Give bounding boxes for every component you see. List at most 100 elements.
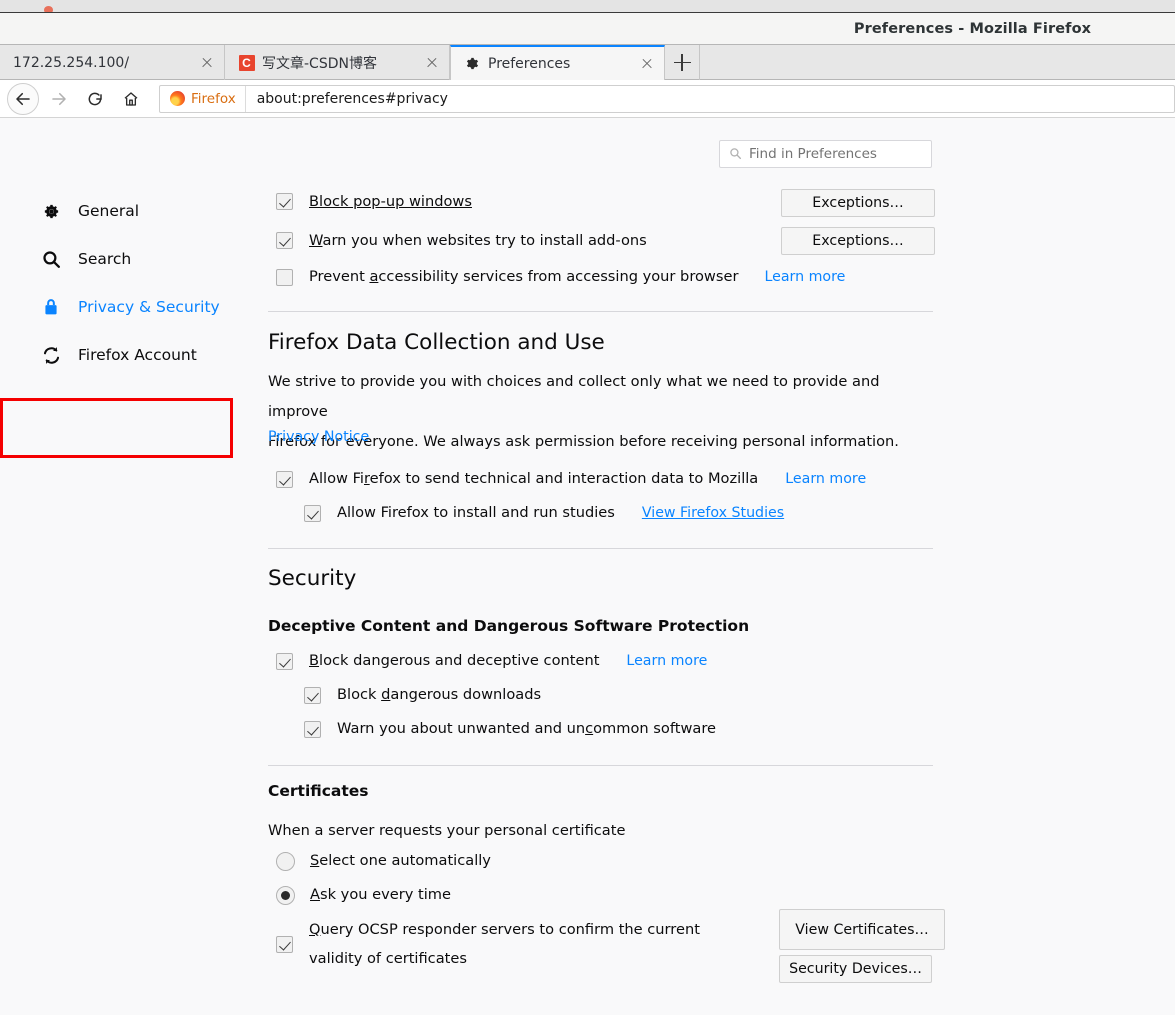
popup-exceptions-button[interactable]: Exceptions… xyxy=(781,189,935,217)
sync-icon xyxy=(40,345,62,366)
section-divider-1 xyxy=(268,311,933,312)
sidebar-item-label: Firefox Account xyxy=(78,346,197,364)
accesskey-letter: B xyxy=(309,652,319,669)
row-label: Allow Firefox to install and run studies xyxy=(337,503,615,523)
url-text: about:preferences#privacy xyxy=(246,91,448,107)
close-icon[interactable] xyxy=(424,55,440,71)
tab-preferences[interactable]: Preferences xyxy=(450,45,665,80)
reload-icon[interactable] xyxy=(79,83,111,115)
checkbox-block-dangerous-content[interactable] xyxy=(276,653,293,670)
forward-arrow-icon[interactable] xyxy=(43,83,75,115)
row-label: Block dangerous downloads xyxy=(337,685,541,705)
row-label: Warn you when websites try to install ad… xyxy=(309,231,647,251)
accesskey-letter: S xyxy=(310,852,319,869)
find-in-preferences[interactable]: Find in Preferences xyxy=(719,140,932,168)
view-firefox-studies-link[interactable]: View Firefox Studies xyxy=(642,505,784,521)
back-arrow-icon[interactable] xyxy=(7,83,39,115)
gear-icon xyxy=(464,55,481,72)
firefox-window: Preferences - Mozilla Firefox 172.25.254… xyxy=(0,0,1175,1015)
checkbox-block-popups[interactable] xyxy=(276,193,293,210)
window-title: Preferences - Mozilla Firefox xyxy=(854,21,1091,37)
magnifier-icon xyxy=(40,249,62,270)
accesskey-letter: a xyxy=(369,268,378,285)
row-label: Prevent accessibility services from acce… xyxy=(309,267,738,287)
addons-exceptions-button[interactable]: Exceptions… xyxy=(781,227,935,255)
accesskey-letter: W xyxy=(309,232,323,249)
tab-site-ip[interactable]: 172.25.254.100/ xyxy=(0,45,225,80)
home-icon[interactable] xyxy=(115,83,147,115)
section-divider-2 xyxy=(268,548,933,549)
tab-label: Preferences xyxy=(488,56,631,72)
identity-label: Firefox xyxy=(191,91,236,107)
security-heading: Security xyxy=(268,566,356,591)
search-input[interactable]: Find in Preferences xyxy=(719,140,932,168)
window-titlebar: Preferences - Mozilla Firefox xyxy=(0,13,1175,45)
radio-ask-you-every-time[interactable] xyxy=(276,886,295,905)
row-label: Query OCSP responder servers to confirm … xyxy=(309,915,749,973)
block-dangerous-learn-more-link[interactable]: Learn more xyxy=(626,653,707,669)
close-icon[interactable] xyxy=(199,55,215,71)
tab-label: 写文章-CSDN博客 xyxy=(262,53,416,73)
row-label: Block pop-up windows xyxy=(309,192,472,212)
security-devices-button[interactable]: Security Devices… xyxy=(779,955,932,983)
row-telemetry[interactable]: Allow Firefox to send technical and inte… xyxy=(276,469,866,489)
checkbox-query-ocsp[interactable] xyxy=(276,936,293,953)
row-warn-uncommon-software[interactable]: Warn you about unwanted and uncommon sof… xyxy=(304,719,716,739)
lock-icon xyxy=(40,297,62,317)
row-label: Warn you about unwanted and uncommon sof… xyxy=(337,719,716,739)
search-placeholder: Find in Preferences xyxy=(749,146,877,162)
row-query-ocsp[interactable]: Query OCSP responder servers to confirm … xyxy=(276,915,756,973)
checkbox-block-dangerous-downloads[interactable] xyxy=(304,687,321,704)
checkbox-warn-uncommon-software[interactable] xyxy=(304,721,321,738)
row-label: Allow Firefox to send technical and inte… xyxy=(309,469,758,489)
csdn-icon-letter: C xyxy=(239,55,255,71)
row-label-rest: arn you when websites try to install add… xyxy=(323,232,647,249)
tab-bar-filler xyxy=(700,45,1175,79)
certificates-heading: Certificates xyxy=(268,782,369,800)
window-top-strip xyxy=(0,0,1175,13)
url-bar[interactable]: Firefox about:preferences#privacy xyxy=(159,85,1175,113)
close-icon[interactable] xyxy=(639,56,655,72)
sidebar-item-label: Search xyxy=(78,250,131,268)
privacy-notice-link[interactable]: Privacy Notice xyxy=(268,429,369,445)
row-label: Block dangerous and deceptive content xyxy=(309,651,599,671)
row-studies[interactable]: Allow Firefox to install and run studies… xyxy=(304,503,784,523)
sidebar-item-firefox-account[interactable]: Firefox Account xyxy=(0,331,233,379)
checkbox-studies[interactable] xyxy=(304,505,321,522)
accesskey-letter: c xyxy=(585,720,593,737)
sidebar-item-label: General xyxy=(78,202,139,220)
deceptive-content-subheading: Deceptive Content and Dangerous Software… xyxy=(268,617,749,635)
row-block-dangerous-content[interactable]: Block dangerous and deceptive content Le… xyxy=(276,651,707,671)
section-divider-3 xyxy=(268,765,933,766)
view-certificates-button[interactable]: View Certificates… xyxy=(779,909,945,950)
telemetry-learn-more-link[interactable]: Learn more xyxy=(785,471,866,487)
tab-csdn[interactable]: C 写文章-CSDN博客 xyxy=(225,45,450,80)
checkbox-prevent-accessibility[interactable] xyxy=(276,269,293,286)
row-prevent-accessibility[interactable]: Prevent accessibility services from acce… xyxy=(276,267,845,287)
row-select-one-automatically[interactable]: Select one automatically xyxy=(276,851,491,871)
row-block-popups[interactable]: Block pop-up windows xyxy=(276,192,472,212)
checkbox-warn-addons[interactable] xyxy=(276,232,293,249)
new-tab-button[interactable] xyxy=(665,45,700,80)
sidebar-item-privacy-security[interactable]: Privacy & Security xyxy=(0,283,233,331)
row-warn-addons[interactable]: Warn you when websites try to install ad… xyxy=(276,231,647,251)
data-collection-heading: Firefox Data Collection and Use xyxy=(268,330,605,355)
accesskey-letter: d xyxy=(381,686,390,703)
row-block-dangerous-downloads[interactable]: Block dangerous downloads xyxy=(304,685,541,705)
accesskey-letter: Q xyxy=(309,921,321,938)
checkbox-telemetry[interactable] xyxy=(276,471,293,488)
preferences-page: Find in Preferences General xyxy=(0,119,1175,1015)
sidebar-item-general[interactable]: General xyxy=(0,187,233,235)
row-ask-you-every-time[interactable]: Ask you every time xyxy=(276,885,451,905)
identity-box[interactable]: Firefox xyxy=(160,86,246,112)
accessibility-learn-more-link[interactable]: Learn more xyxy=(764,269,845,285)
csdn-icon: C xyxy=(238,54,255,71)
paragraph-line-1: We strive to provide you with choices an… xyxy=(268,367,928,427)
tab-bar: 172.25.254.100/ C 写文章-CSDN博客 Preferences xyxy=(0,45,1175,80)
preferences-sidebar: General Search Privacy & Security xyxy=(0,187,233,379)
gear-icon xyxy=(40,201,62,222)
certificate-request-label: When a server requests your personal cer… xyxy=(268,821,625,841)
sidebar-item-search[interactable]: Search xyxy=(0,235,233,283)
radio-select-one-automatically[interactable] xyxy=(276,852,295,871)
accesskey-letter: A xyxy=(310,886,320,903)
